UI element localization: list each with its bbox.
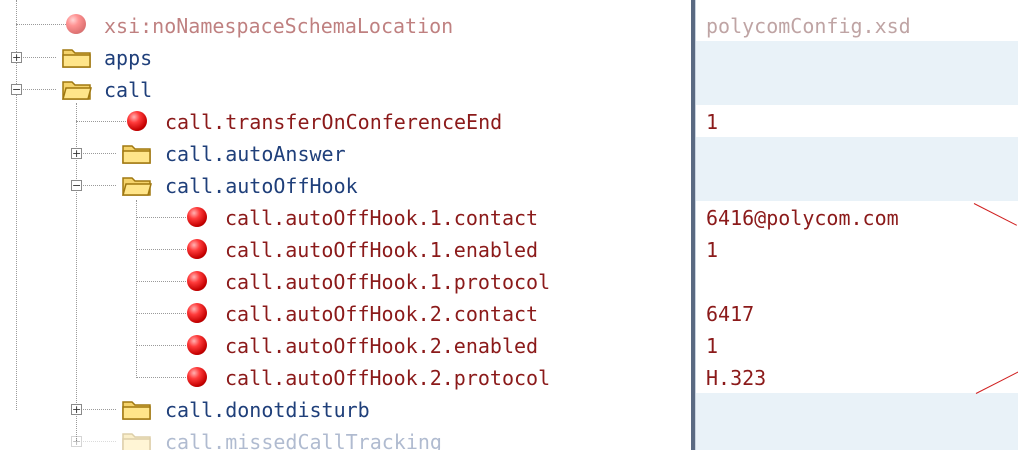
tree-node-label: call.autoAnswer xyxy=(165,142,346,166)
value-text: 1 xyxy=(706,238,719,262)
folder-open-icon xyxy=(122,177,152,196)
tree-row-missedcalltracking[interactable]: + call.missedCallTracking xyxy=(0,425,690,450)
tree-row-aoh1-enabled[interactable]: call.autoOffHook.1.enabled xyxy=(0,233,690,265)
value-text: polycomConfig.xsd xyxy=(706,14,911,38)
tree-row-apps[interactable]: + apps xyxy=(0,41,690,73)
expand-plus-icon[interactable]: + xyxy=(71,436,82,447)
value-row[interactable] xyxy=(696,169,1018,201)
tree-node-label: call.autoOffHook.1.protocol xyxy=(225,270,551,294)
value-text: 1 xyxy=(706,110,719,134)
value-text: 6416@polycom.com xyxy=(706,206,899,230)
folder-icon xyxy=(62,49,91,68)
tree-node-label: call.autoOffHook xyxy=(165,174,358,198)
value-row[interactable]: 6416@polycom.com xyxy=(696,201,1018,233)
value-row[interactable]: 1 xyxy=(696,329,1018,361)
tree-row-aoh1-protocol[interactable]: call.autoOffHook.1.protocol xyxy=(0,265,690,297)
value-row[interactable]: 1 xyxy=(696,105,1018,137)
tree-row-aoh1-contact[interactable]: call.autoOffHook.1.contact xyxy=(0,201,690,233)
tree-node-label: apps xyxy=(104,46,153,70)
tree-row-aoh2-contact[interactable]: call.autoOffHook.2.contact xyxy=(0,297,690,329)
tree-node-label: call.missedCallTracking xyxy=(165,430,442,450)
red-bullet-icon xyxy=(127,111,147,131)
red-bullet-icon xyxy=(187,335,207,355)
tree-node-label: call.autoOffHook.1.contact xyxy=(225,206,539,230)
expand-plus-icon[interactable]: + xyxy=(71,404,82,415)
value-row[interactable]: H.323 xyxy=(696,361,1018,393)
red-bullet-icon xyxy=(187,271,207,291)
tree-node-label: call.autoOffHook.1.enabled xyxy=(225,238,539,262)
value-row[interactable] xyxy=(696,137,1018,169)
tree-row-autoanswer[interactable]: + call.autoAnswer xyxy=(0,137,690,169)
tree-row-xsi[interactable]: xsi:noNamespaceSchemaLocation xyxy=(0,9,690,41)
red-bullet-icon xyxy=(187,239,207,259)
tree-node-label: call.donotdisturb xyxy=(165,398,370,422)
folder-open-icon xyxy=(62,81,92,100)
tree-node-label: call.autoOffHook.2.protocol xyxy=(225,366,551,390)
tree-node-label: call.autoOffHook.2.enabled xyxy=(225,334,539,358)
value-row[interactable] xyxy=(696,425,1018,450)
tree-row-call[interactable]: − call xyxy=(0,73,690,105)
folder-icon xyxy=(122,145,151,164)
tree-row-autooffhook[interactable]: − call.autoOffHook xyxy=(0,169,690,201)
xml-tree-pane: xsi:noNamespaceSchemaLocation + apps − c… xyxy=(0,0,690,450)
red-bullet-icon xyxy=(187,367,207,387)
tree-row-aoh2-enabled[interactable]: call.autoOffHook.2.enabled xyxy=(0,329,690,361)
red-bullet-icon xyxy=(187,207,207,227)
tree-row-aoh2-protocol[interactable]: call.autoOffHook.2.protocol xyxy=(0,361,690,393)
tree-row-donotdisturb[interactable]: + call.donotdisturb xyxy=(0,393,690,425)
tree-node-label: call.autoOffHook.2.contact xyxy=(225,302,539,326)
value-row[interactable] xyxy=(696,73,1018,105)
tree-node-label: call.transferOnConferenceEnd xyxy=(165,110,503,134)
folder-icon xyxy=(122,401,151,420)
red-bullet-icon xyxy=(187,303,207,323)
pane-splitter[interactable] xyxy=(691,0,697,450)
value-text: H.323 xyxy=(706,366,767,390)
value-text: 1 xyxy=(706,334,719,358)
value-row[interactable]: 6417 xyxy=(696,297,1018,329)
tree-row-transfer[interactable]: call.transferOnConferenceEnd xyxy=(0,105,690,137)
value-row[interactable]: 1 xyxy=(696,233,1018,265)
red-bullet-icon xyxy=(66,14,86,34)
value-row[interactable] xyxy=(696,393,1018,425)
tree-node-label: xsi:noNamespaceSchemaLocation xyxy=(104,14,454,38)
expand-plus-icon[interactable]: + xyxy=(71,148,82,159)
tree-node-label: call xyxy=(104,78,153,102)
value-text: 6417 xyxy=(706,302,755,326)
value-row[interactable] xyxy=(696,41,1018,73)
collapse-minus-icon[interactable]: − xyxy=(11,84,22,95)
collapse-minus-icon[interactable]: − xyxy=(71,180,82,191)
folder-icon xyxy=(122,433,151,450)
value-pane: polycomConfig.xsd 1 6416@polycom.com 1 6… xyxy=(696,0,1018,450)
value-row[interactable]: polycomConfig.xsd xyxy=(696,9,1018,41)
value-row[interactable] xyxy=(696,265,1018,297)
expand-plus-icon[interactable]: + xyxy=(11,52,22,63)
